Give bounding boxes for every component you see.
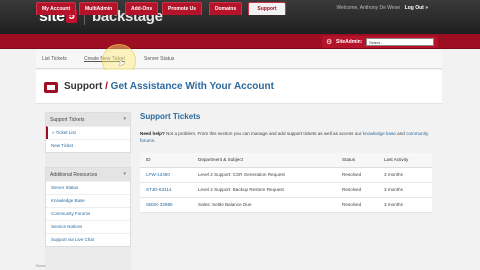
gear-icon: ⚙	[326, 39, 333, 46]
browser-status-bar: Done	[36, 263, 46, 268]
sidebar-item-ticket-list[interactable]: » Ticket List	[46, 126, 130, 139]
page-header: Support / Get Assistance With Your Accou…	[36, 70, 442, 104]
help-body: Not a problem. From this section you can…	[164, 131, 362, 136]
nav-tab-my-account[interactable]: My Account	[36, 2, 77, 15]
ticket-subject[interactable]: Sales: Settle Balance Due	[192, 197, 336, 213]
nav-tab-support[interactable]: Support	[248, 2, 286, 15]
table-row[interactable]: SBSK-32995 Sales: Settle Balance Due Res…	[140, 197, 432, 213]
collapse-icon[interactable]: ▾	[123, 116, 126, 122]
sidebar-item-live-chat[interactable]: Support via Live Chat	[46, 233, 130, 246]
support-tickets-header[interactable]: Support Tickets ▾	[46, 113, 130, 126]
table-row[interactable]: LFW-12480 Level 2 Support: CSR Generatio…	[140, 167, 432, 183]
nav-tab-add-ons[interactable]: Add-Ons	[125, 2, 159, 15]
ticket-id[interactable]: SBSK-32995	[140, 197, 192, 213]
sidebar: Support Tickets ▾ » Ticket List New Tick…	[45, 112, 131, 270]
additional-resources-header-label: Additional Resources	[50, 172, 98, 178]
help-period: .	[154, 138, 156, 143]
mouse-cursor-icon: ➤	[118, 58, 126, 68]
welcome-text: Welcome, Anthony De Wese	[336, 5, 400, 11]
logout-link[interactable]: Log Out »	[405, 5, 428, 11]
nav-tab-promote-us[interactable]: Promote Us	[162, 2, 203, 15]
ticket-id[interactable]: LFW-12480	[140, 167, 192, 183]
ticket-status: Resolved	[336, 167, 378, 183]
sidebar-item-knowledge-base[interactable]: Knowledge Base	[46, 194, 130, 207]
sidebar-item-service-notices[interactable]: Service Notices	[46, 220, 130, 233]
subnav-list-tickets[interactable]: List Tickets	[42, 56, 67, 62]
support-tickets-box: Support Tickets ▾ » Ticket List New Tick…	[45, 112, 131, 153]
knowledge-base-link[interactable]: knowledge base	[363, 131, 396, 136]
ticket-last-activity: 3 months	[378, 182, 432, 198]
siteadmin-panel: ⚙ SiteAdmin: Select -	[322, 36, 438, 48]
col-department-subject[interactable]: Department & Subject	[192, 153, 336, 168]
additional-resources-box: Additional Resources ▾ Server Status Kno…	[45, 167, 131, 247]
main-content: Support Tickets Need help? Not a problem…	[139, 112, 433, 270]
ticket-subject[interactable]: Level 2 Support: CSR Generation Request	[192, 167, 336, 183]
additional-resources-header[interactable]: Additional Resources ▾	[46, 168, 130, 181]
siteadmin-select[interactable]: Select -	[366, 38, 434, 46]
nav-tab-multiadmin[interactable]: MultiAdmin	[79, 2, 119, 15]
siteadmin-label: SiteAdmin:	[336, 39, 363, 45]
table-header-row: ID Department & Subject Status Last Acti…	[140, 153, 432, 168]
page-title-main: Support	[64, 81, 103, 92]
support-tickets-header-label: Support Tickets	[50, 117, 85, 123]
ticket-subject[interactable]: Level 2 Support: Backup Restore Request	[192, 182, 336, 198]
ticket-last-activity: 3 months	[378, 197, 432, 213]
sidebar-item-server-status[interactable]: Server Status	[46, 181, 130, 194]
title-separator: /	[105, 81, 108, 92]
page-subtitle: Get Assistance With Your Account	[110, 81, 274, 92]
col-id[interactable]: ID	[140, 153, 192, 168]
sub-nav: List Tickets Create New Ticket Server St…	[36, 49, 442, 69]
col-status[interactable]: Status	[336, 153, 378, 168]
section-title: Support Tickets	[140, 112, 201, 121]
nav-tab-domains[interactable]: Domains	[209, 2, 243, 15]
sidebar-item-new-ticket[interactable]: New Ticket	[46, 139, 130, 152]
sidebar-item-community-forums[interactable]: Community Forums	[46, 207, 130, 220]
ticket-status: Resolved	[336, 197, 378, 213]
tickets-table: ID Department & Subject Status Last Acti…	[140, 153, 432, 213]
help-and: and	[395, 131, 407, 136]
support-ticket-icon	[44, 82, 58, 93]
col-last-activity[interactable]: Last Activity	[378, 153, 432, 168]
collapse-icon[interactable]: ▾	[123, 171, 126, 177]
ticket-last-activity: 3 months	[378, 167, 432, 183]
subnav-server-status[interactable]: Server Status	[144, 56, 174, 62]
help-bold: Need help?	[140, 131, 165, 136]
ticket-id[interactable]: STJD-63114	[140, 182, 192, 198]
table-row[interactable]: STJD-63114 Level 2 Support: Backup Resto…	[140, 182, 432, 198]
ticket-status: Resolved	[336, 182, 378, 198]
page-title: Support / Get Assistance With Your Accou…	[64, 81, 274, 92]
help-text: Need help? Not a problem. From this sect…	[140, 130, 430, 144]
